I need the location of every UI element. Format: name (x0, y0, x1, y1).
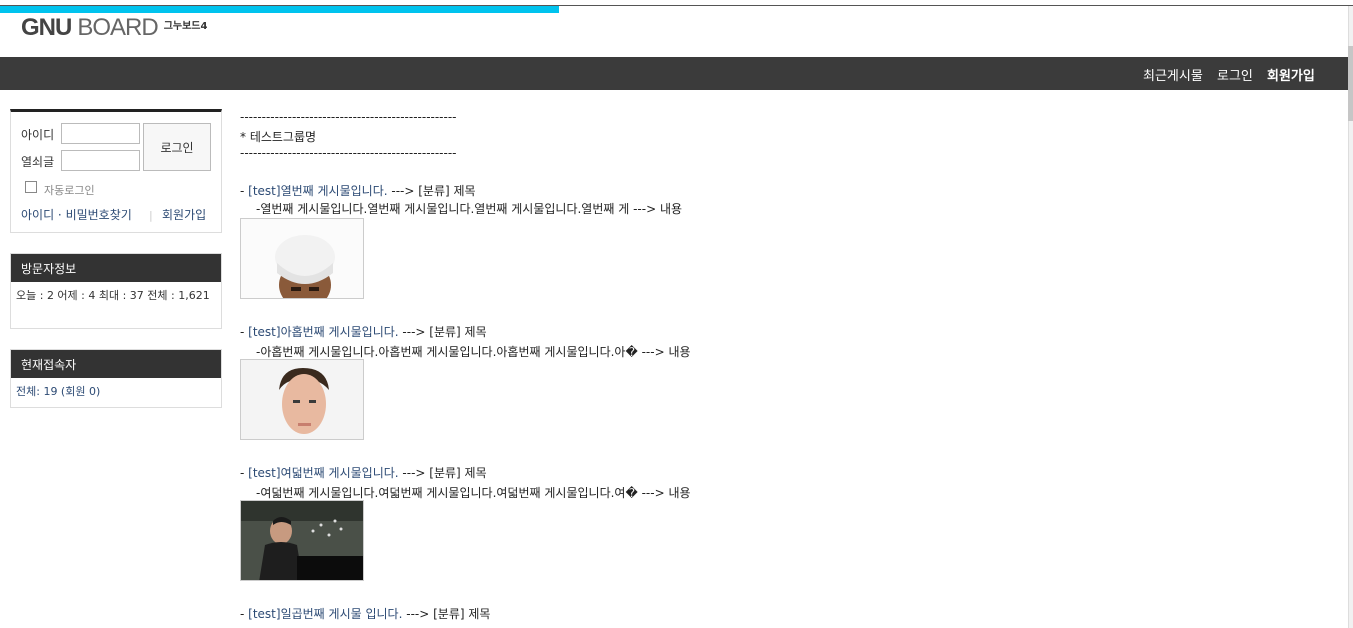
current-users-link[interactable]: 전체: 19 (회원 0) (11, 378, 221, 400)
login-button[interactable]: 로그인 (143, 123, 211, 171)
page-load-progress-bar (0, 6, 559, 13)
logo-brand-light: BOARD (77, 14, 158, 41)
nav-signup[interactable]: 회원가입 (1267, 65, 1315, 84)
visitor-info-title: 방문자정보 (11, 254, 221, 282)
post-title-link[interactable]: [test]일곱번째 게시물 입니다. (248, 607, 402, 621)
current-users-title: 현재접속자 (11, 350, 221, 378)
visitor-stats: 오늘 : 2 어제 : 4 최대 : 37 전체 : 1,621 (16, 289, 210, 302)
login-box: 아이디 열쇠글 로그인 자동로그인 아이디 · 비밀번호찾기 | 회원가입 (10, 109, 222, 233)
post-title-link[interactable]: [test]아홉번째 게시물입니다. (248, 325, 398, 339)
post-item: - [test]열번째 게시물입니다. ---> [분류] 제목 (240, 182, 476, 199)
post-content: -아홉번째 게시물입니다.아홉번째 게시물입니다.아홉번째 게시물입니다.아� … (256, 345, 691, 359)
post-prefix: - (240, 184, 249, 198)
signup-link[interactable]: 회원가입 (162, 206, 206, 223)
turban-man-image (241, 219, 363, 298)
id-label: 아이디 (21, 128, 55, 142)
group-name: * 테스트그룹명 (240, 130, 317, 144)
post-title-link[interactable]: [test]열번째 게시물입니다. (248, 184, 387, 198)
post-item: - [test]일곱번째 게시물 입니다. ---> [분류] 제목 (240, 605, 490, 622)
post-category-label: ---> [분류] 제목 (398, 325, 487, 339)
post-thumbnail[interactable] (240, 359, 364, 440)
logo-brand-bold: GNU (21, 14, 72, 41)
site-logo[interactable]: GNU BOARD 그누보드4 (21, 14, 208, 41)
auto-login-checkbox[interactable] (25, 181, 37, 193)
post-category-label: ---> [분류] 제목 (402, 607, 491, 621)
post-prefix: - (240, 607, 249, 621)
man-portrait-image (241, 360, 363, 439)
post-category-label: ---> [분류] 제목 (387, 184, 476, 198)
man-at-piano-image (241, 501, 363, 580)
post-thumbnail[interactable] (240, 218, 364, 299)
link-separator: | (149, 209, 153, 222)
post-prefix: - (240, 325, 249, 339)
post-title-link[interactable]: [test]여덟번째 게시물입니다. (248, 466, 398, 480)
vertical-scrollbar[interactable] (1348, 6, 1353, 628)
logo-subtitle: 그누보드4 (163, 21, 208, 32)
post-item: - [test]아홉번째 게시물입니다. ---> [분류] 제목 (240, 323, 487, 340)
visitor-info-panel: 방문자정보 오늘 : 2 어제 : 4 최대 : 37 전체 : 1,621 (10, 253, 222, 329)
post-content: -열번째 게시물입니다.열번째 게시물입니다.열번째 게시물입니다.열번째 게 … (256, 202, 683, 216)
post-content: -여덟번째 게시물입니다.여덟번째 게시물입니다.여덟번째 게시물입니다.여� … (256, 486, 691, 500)
password-label: 열쇠글 (21, 155, 55, 169)
find-id-password-link[interactable]: 아이디 · 비밀번호찾기 (21, 206, 132, 223)
auto-login-label: 자동로그인 (44, 184, 95, 197)
post-item: - [test]여덟번째 게시물입니다. ---> [분류] 제목 (240, 464, 487, 481)
post-thumbnail[interactable] (240, 500, 364, 581)
post-category-label: ---> [분류] 제목 (398, 466, 487, 480)
nav-recent-posts[interactable]: 최근게시물 (1143, 65, 1203, 84)
current-users-panel: 현재접속자 전체: 19 (회원 0) (10, 349, 222, 408)
divider-bottom: ----------------------------------------… (240, 146, 457, 160)
nav-login[interactable]: 로그인 (1217, 65, 1253, 84)
password-input[interactable] (61, 150, 140, 171)
id-input[interactable] (61, 123, 140, 144)
post-prefix: - (240, 466, 249, 480)
scrollbar-thumb[interactable] (1348, 46, 1353, 121)
top-navbar: 최근게시물 로그인 회원가입 (0, 57, 1348, 90)
divider-top: ----------------------------------------… (240, 110, 457, 124)
